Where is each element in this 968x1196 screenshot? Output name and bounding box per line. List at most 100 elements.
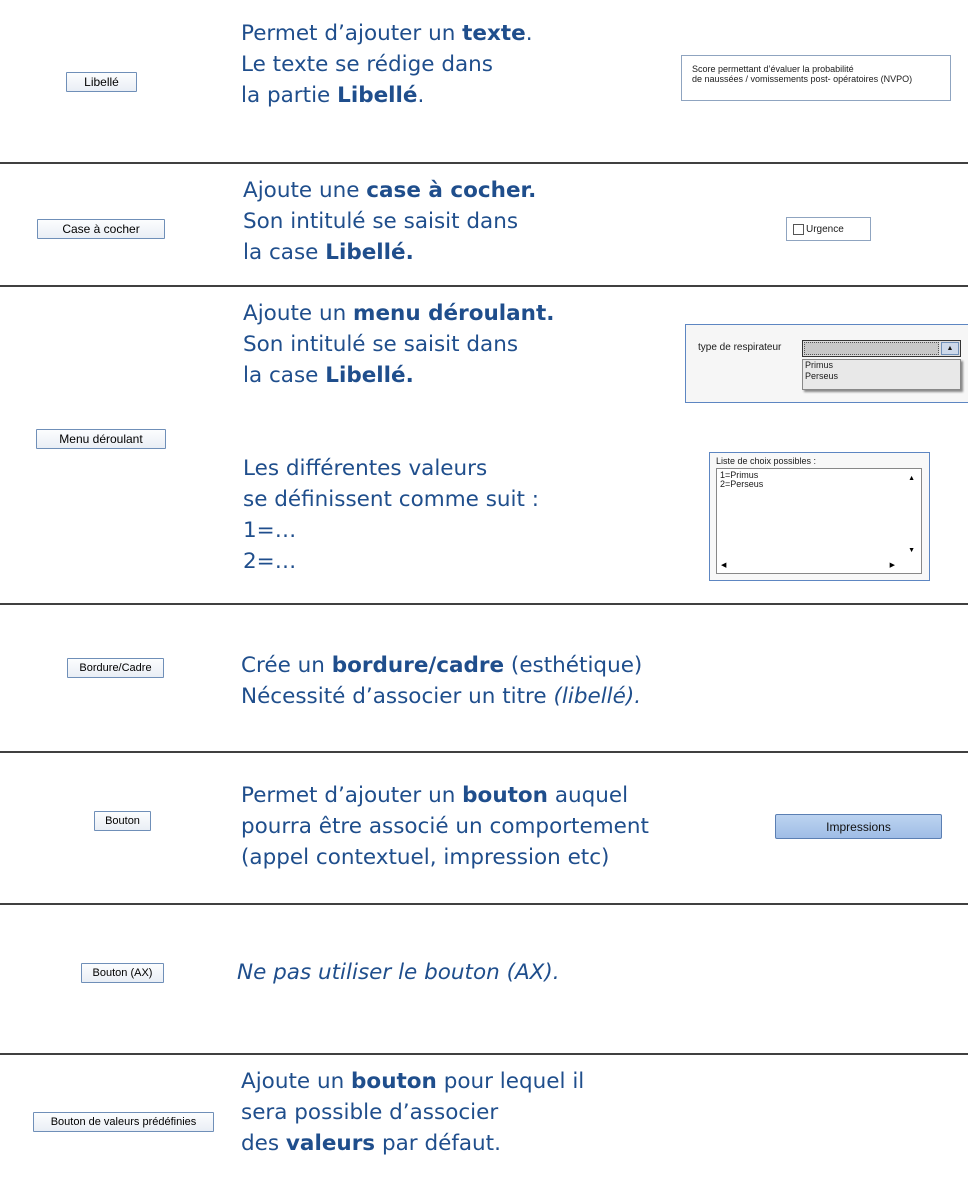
description-menu-valeurs: Les différentes valeurs se définissent co… [243,453,539,577]
text-run: la case [243,240,326,265]
description-line: Permet d’ajouter un bouton auquel [241,780,649,811]
text-run: Permet d’ajouter un [241,21,463,46]
text-run: par défaut. [375,1131,501,1156]
choices-textarea[interactable]: 1=Primus 2=Perseus ▲ ▼ ◀ ▶ [716,468,922,574]
description-line: Le texte se rédige dans [241,49,533,80]
text-run: Son intitulé se saisit dans [243,209,519,234]
tool-button-case-a-cocher[interactable]: Case à cocher [37,219,165,239]
italic-text: (libellé). [553,684,642,709]
description-line: Crée un bordure/cadre (esthétique) [241,650,642,681]
description-line: (appel contextuel, impression etc) [241,842,649,873]
dropdown-option[interactable]: Perseus [805,371,960,382]
checkbox-icon[interactable] [793,223,804,235]
text-run: (appel contextuel, impression etc) [241,845,610,870]
bold-text: bordure/cadre [331,653,505,678]
bold-text: Libellé [337,83,418,108]
scroll-right-icon[interactable]: ▶ [890,561,895,570]
text-run: des [241,1131,286,1156]
text-run: Permet d’ajouter un [241,783,463,808]
bold-text: case à cocher. [366,178,537,203]
scroll-up-icon[interactable]: ▲ [908,474,915,483]
bold-text: valeurs [285,1131,376,1156]
description-line: Les différentes valeurs [243,453,539,484]
description-case-a-cocher: Ajoute une case à cocher. Son intitulé se… [243,175,536,268]
separator [0,903,968,905]
description-line: Son intitulé se saisit dans [243,206,536,237]
description-line: Ne pas utiliser le bouton (AX). [237,957,560,988]
preview-label-line1: Score permettant d’évaluer la probabilit… [692,64,854,74]
description-line: sera possible d’associer [241,1097,584,1128]
text-run: Ajoute un [243,301,354,326]
text-run: . [525,21,533,46]
scroll-left-icon[interactable]: ◀ [721,561,726,570]
text-run: 1=… [243,518,297,543]
bold-text: texte [462,21,526,46]
description-menu-deroulant: Ajoute un menu déroulant. Son intitulé se… [243,298,554,391]
dropdown-field[interactable] [804,342,939,355]
bold-text: bouton [351,1069,437,1094]
preview-choices: Liste de choix possibles : 1=Primus 2=Pe… [709,452,930,581]
scroll-down-icon[interactable]: ▼ [908,546,915,555]
text-run: (esthétique) [504,653,643,678]
description-bouton-ax: Ne pas utiliser le bouton (AX). [237,957,560,988]
preview-checkbox[interactable]: Urgence [786,217,871,241]
dropdown-label: type de respirateur [698,342,782,353]
bold-text: Libellé. [325,363,414,388]
tool-button-menu-deroulant[interactable]: Menu déroulant [36,429,166,449]
preview-label-line2: de naussées / vomissements post- opérato… [692,74,913,84]
description-line: des valeurs par défaut. [241,1128,584,1159]
description-line: 2=… [243,546,539,577]
preview-label: Score permettant d’évaluer la probabilit… [681,55,951,101]
tool-button-libelle[interactable]: Libellé [66,72,137,92]
dropdown-arrow-icon[interactable]: ▲ [941,342,959,355]
bold-text: bouton [462,783,548,808]
description-bordure-cadre: Crée un bordure/cadre (esthétique) Nécess… [241,650,642,712]
description-line: Nécessité d’associer un titre (libellé). [241,681,642,712]
tool-button-bordure-cadre[interactable]: Bordure/Cadre [67,658,164,678]
description-bouton: Permet d’ajouter un bouton auquel pourra … [241,780,649,873]
description-line: Permet d’ajouter un texte. [241,18,533,49]
separator [0,603,968,605]
text-run: pour lequel il [436,1069,585,1094]
description-line: Ajoute une case à cocher. [243,175,536,206]
description-line: Ajoute un bouton pour lequel il [241,1066,584,1097]
text-run: Le texte se rédige dans [241,52,493,77]
italic-text: Ne pas utiliser le bouton (AX). [237,960,560,985]
text-run: se définissent comme suit : [243,487,540,512]
tool-button-bouton-ax[interactable]: Bouton (AX) [81,963,164,983]
checkbox-label: Urgence [806,223,844,235]
dropdown-option[interactable]: Primus [805,360,960,371]
text-run: 2=… [243,549,297,574]
description-line: se définissent comme suit : [243,484,539,515]
text-run: la partie [241,83,338,108]
dropdown-list: Primus Perseus [802,359,961,390]
dropdown-select[interactable]: ▲ [802,340,961,357]
separator [0,162,968,164]
preview-dropdown: type de respirateur ▲ Primus Perseus [685,324,968,403]
description-line: 1=… [243,515,539,546]
text-run: Ajoute un [241,1069,352,1094]
description-line: la case Libellé. [243,360,554,391]
separator [0,751,968,753]
description-line: Son intitulé se saisit dans [243,329,554,360]
preview-button-impressions[interactable]: Impressions [775,814,942,839]
text-run: Nécessité d’associer un titre [241,684,554,709]
text-run: la case [243,363,326,388]
text-run: sera possible d’associer [241,1100,499,1125]
text-run: Son intitulé se saisit dans [243,332,519,357]
choices-title: Liste de choix possibles : [716,456,817,466]
separator [0,285,968,287]
description-libelle: Permet d’ajouter un texte. Le texte se ré… [241,18,533,111]
text-run: pourra être associé un comportement [241,814,649,839]
tool-button-bouton[interactable]: Bouton [94,811,151,831]
description-valeurs-predefinies: Ajoute un bouton pour lequel il sera poss… [241,1066,584,1159]
bold-text: menu déroulant. [353,301,555,326]
text-run: . [417,83,425,108]
choice-value: 2=Perseus [720,479,764,489]
text-run: Les différentes valeurs [243,456,488,481]
text-run: auquel [547,783,629,808]
text-run: Ajoute une [243,178,367,203]
description-line: la partie Libellé. [241,80,533,111]
tool-button-valeurs-predefinies[interactable]: Bouton de valeurs prédéfinies [33,1112,214,1132]
description-line: Ajoute un menu déroulant. [243,298,554,329]
